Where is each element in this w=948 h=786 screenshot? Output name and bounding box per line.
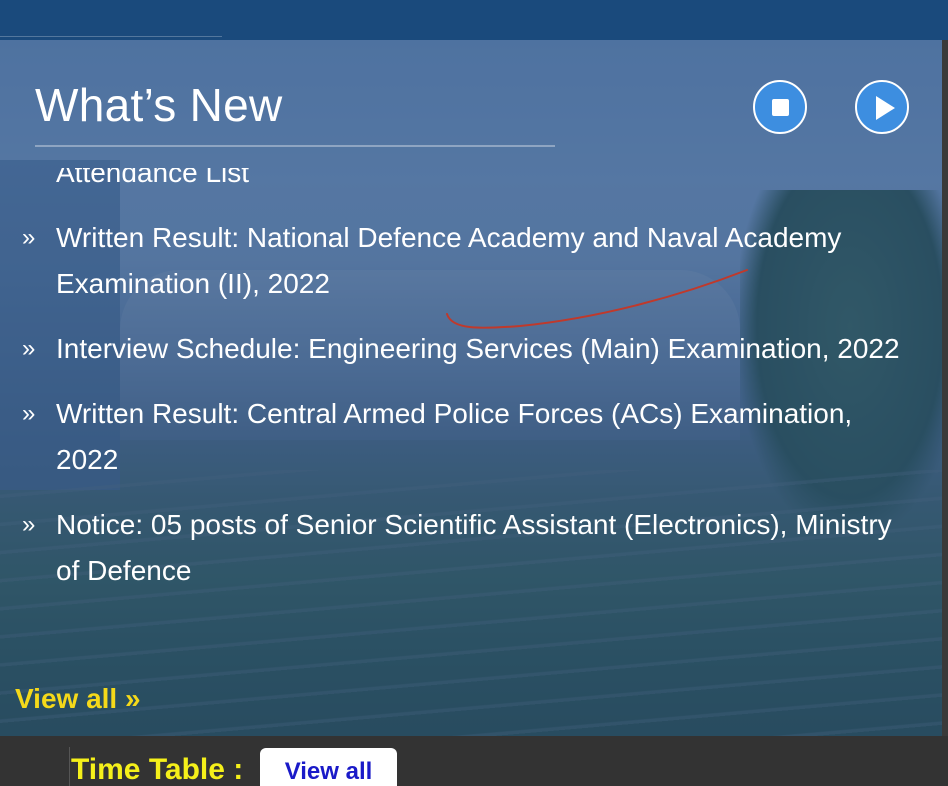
title-underline [35, 145, 555, 147]
news-list: Attendance List » Written Result: Nation… [0, 168, 942, 613]
bullet-icon: » [22, 224, 36, 251]
bullet-icon: » [22, 335, 36, 362]
play-button[interactable] [855, 80, 909, 134]
time-table-divider [69, 747, 70, 786]
news-item-label: Notice: 05 posts of Senior Scientific As… [56, 509, 892, 586]
news-item-label: Attendance List [56, 168, 250, 188]
view-all-link[interactable]: View all » [15, 683, 141, 715]
time-table-label: Time Table : [71, 753, 244, 786]
top-bar-divider [0, 36, 222, 37]
news-item-ssa-notice[interactable]: » Notice: 05 posts of Senior Scientific … [0, 502, 942, 594]
news-item-capf-written-result[interactable]: » Written Result: Central Armed Police F… [0, 391, 942, 483]
news-item-label: Written Result: National Defence Academy… [56, 222, 842, 299]
play-icon [876, 96, 895, 120]
news-item-ese-interview-schedule[interactable]: » Interview Schedule: Engineering Servic… [0, 326, 942, 372]
news-ticker: Attendance List » Written Result: Nation… [0, 168, 942, 668]
panel-title: What’s New [35, 79, 283, 131]
whats-new-panel: What’s New Attendance List » Written Res… [0, 40, 942, 736]
bullet-icon: » [22, 511, 36, 538]
news-item-label: Interview Schedule: Engineering Services… [56, 333, 900, 364]
panel-header: What’s New [0, 40, 942, 150]
news-item-attendance-list[interactable]: Attendance List [0, 168, 942, 196]
news-item-nda-written-result[interactable]: » Written Result: National Defence Acade… [0, 215, 942, 307]
page: What’s New Attendance List » Written Res… [0, 0, 948, 786]
top-bar [0, 0, 948, 40]
stop-button[interactable] [753, 80, 807, 134]
bullet-icon: » [22, 400, 36, 427]
stop-icon [772, 99, 789, 116]
news-item-label: Written Result: Central Armed Police For… [56, 398, 853, 475]
time-table-view-all-button[interactable]: View all [260, 748, 397, 786]
